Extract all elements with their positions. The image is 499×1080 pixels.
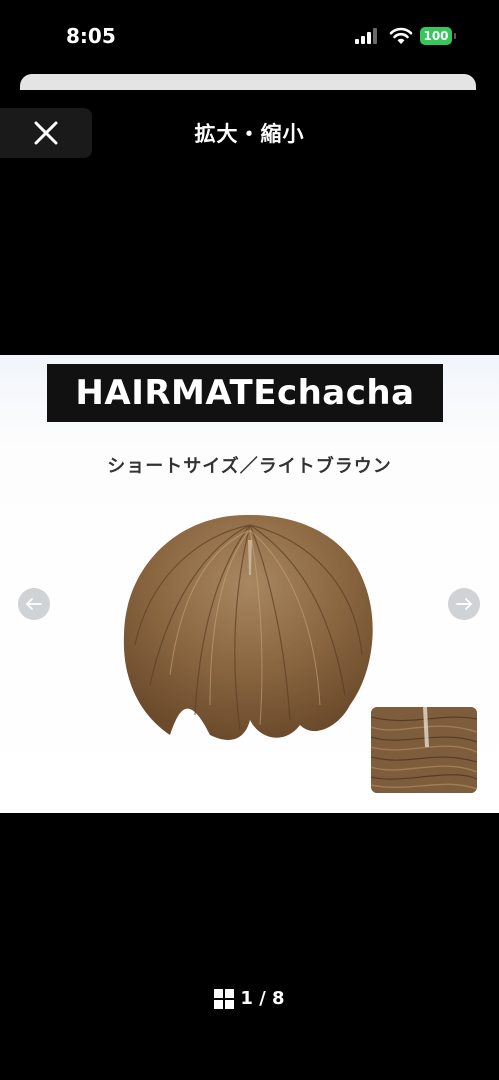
hair-piece-illustration: [123, 514, 373, 740]
next-image-button[interactable]: [448, 588, 480, 620]
status-bar: 8:05 100: [0, 0, 499, 70]
wifi-icon: [389, 27, 413, 44]
arrow-right-icon: [456, 598, 472, 610]
previous-image-button[interactable]: [18, 588, 50, 620]
page-counter: 1 / 8: [240, 988, 285, 1009]
brand-banner: HAIRMATEchacha: [47, 364, 443, 422]
cellular-signal-icon: [355, 28, 377, 44]
product-caption: ショートサイズ／ライトブラウン: [107, 456, 392, 477]
status-time: 8:05: [66, 24, 116, 48]
battery-level: 100: [423, 29, 449, 43]
battery-indicator: 100: [420, 27, 456, 45]
image-pager[interactable]: 1 / 8: [0, 988, 499, 1009]
grid-icon: [214, 988, 235, 1009]
zoomable-product-image[interactable]: HAIRMATEchacha ショートサイズ／ライトブラウン: [0, 355, 499, 813]
arrow-left-icon: [26, 598, 42, 610]
sheet-background-edge: [20, 74, 476, 90]
hair-closeup-thumbnail: [371, 707, 477, 793]
page-title: 拡大・縮小: [194, 122, 305, 146]
